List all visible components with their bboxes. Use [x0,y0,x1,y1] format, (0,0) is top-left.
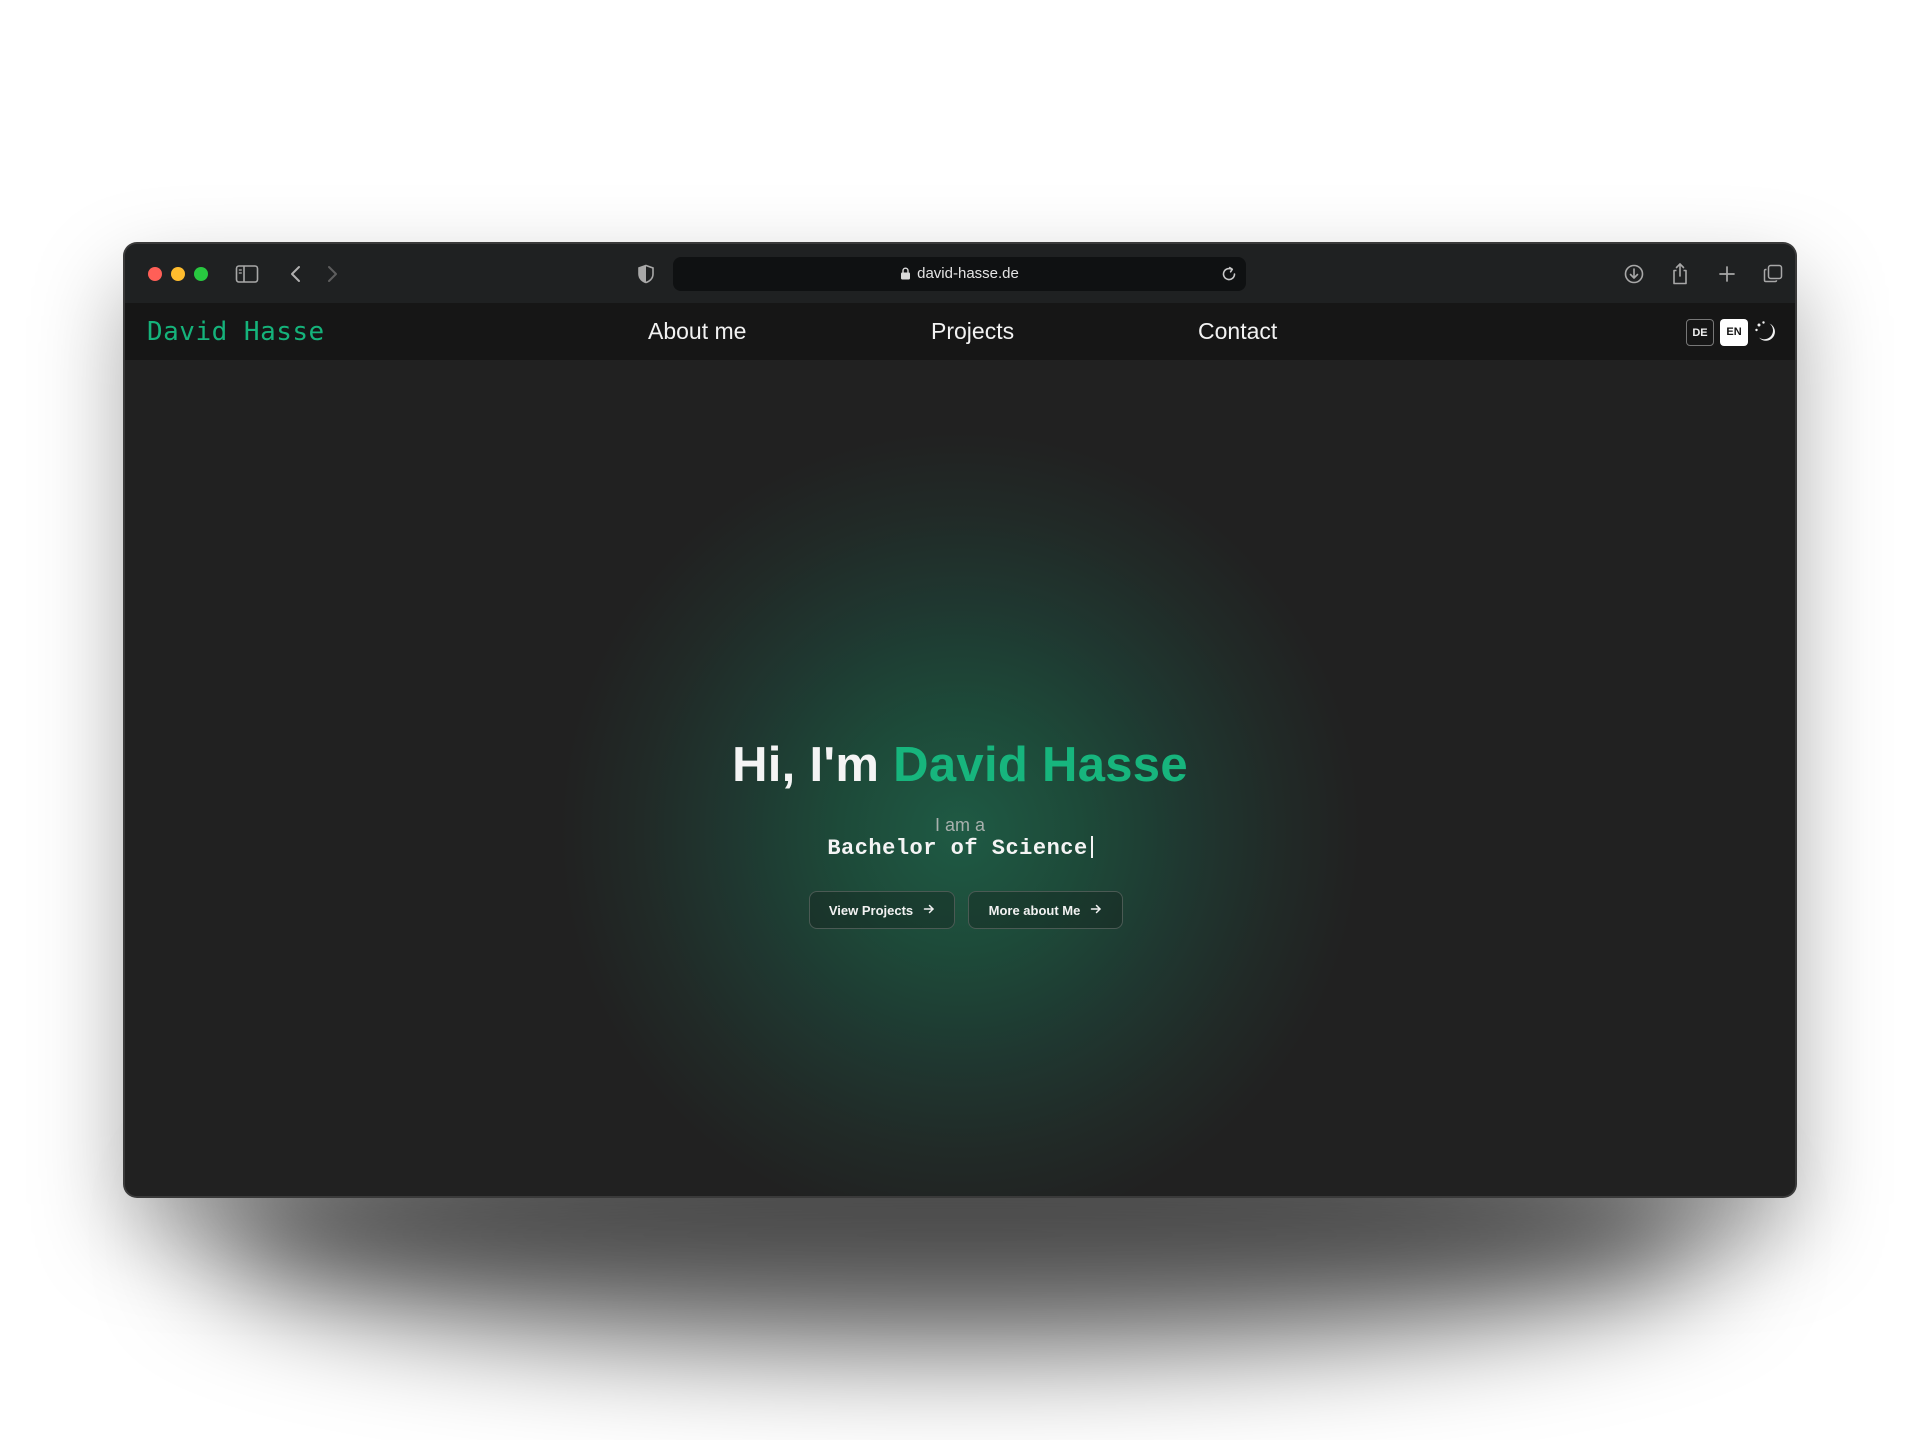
minimize-window-button[interactable] [171,267,185,281]
shield-icon[interactable] [633,261,659,287]
typing-caret [1090,836,1093,858]
hero-name: David Hasse [893,738,1188,792]
close-window-button[interactable] [148,267,162,281]
browser-toolbar: david-hasse.de [125,244,1795,304]
url-text: david-hasse.de [917,265,1019,282]
nav-projects[interactable]: Projects [931,318,1014,345]
hero-intro: I am a [934,815,986,835]
arrow-right-icon [1090,903,1102,918]
browser-window: david-hasse.de David Hasse About me Proj… [125,244,1795,1196]
hero-section: Hi, I'm David Hasse I am a Bachelor of S… [125,360,1795,1196]
nav-about-me[interactable]: About me [648,318,746,345]
language-en-button[interactable]: EN [1720,319,1748,346]
hero-role-text: Bachelor of Science [827,836,1088,861]
screenshot-stage: david-hasse.de David Hasse About me Proj… [0,0,1920,1440]
site-logo[interactable]: David Hasse [147,317,325,347]
hero-greeting: Hi, I'm [732,738,894,792]
tabs-overview-icon[interactable] [1760,261,1786,287]
address-bar[interactable]: david-hasse.de [673,257,1246,291]
url-display: david-hasse.de [673,257,1246,291]
maximize-window-button[interactable] [194,267,208,281]
download-icon[interactable] [1621,261,1647,287]
share-icon[interactable] [1667,261,1693,287]
language-de-button[interactable]: DE [1686,319,1714,346]
lock-icon [900,259,911,293]
theme-toggle-icon[interactable] [1753,319,1779,345]
reload-icon[interactable] [1220,265,1238,283]
view-projects-button[interactable]: View Projects [809,891,955,929]
back-icon[interactable] [283,261,309,287]
nav-contact[interactable]: Contact [1198,318,1277,345]
view-projects-label: View Projects [828,902,914,918]
site-navbar: David Hasse About me Projects Contact DE… [125,303,1795,360]
more-about-me-button[interactable]: More about Me [968,891,1123,929]
arrow-right-icon [923,903,935,918]
hero-heading: Hi, I'm David Hasse [125,737,1795,793]
more-about-me-label: More about Me [988,902,1081,918]
hero-role-typewriter: Bachelor of Science [125,836,1795,861]
new-tab-icon[interactable] [1714,261,1740,287]
forward-icon[interactable] [319,261,345,287]
sidebar-icon[interactable] [234,261,260,287]
